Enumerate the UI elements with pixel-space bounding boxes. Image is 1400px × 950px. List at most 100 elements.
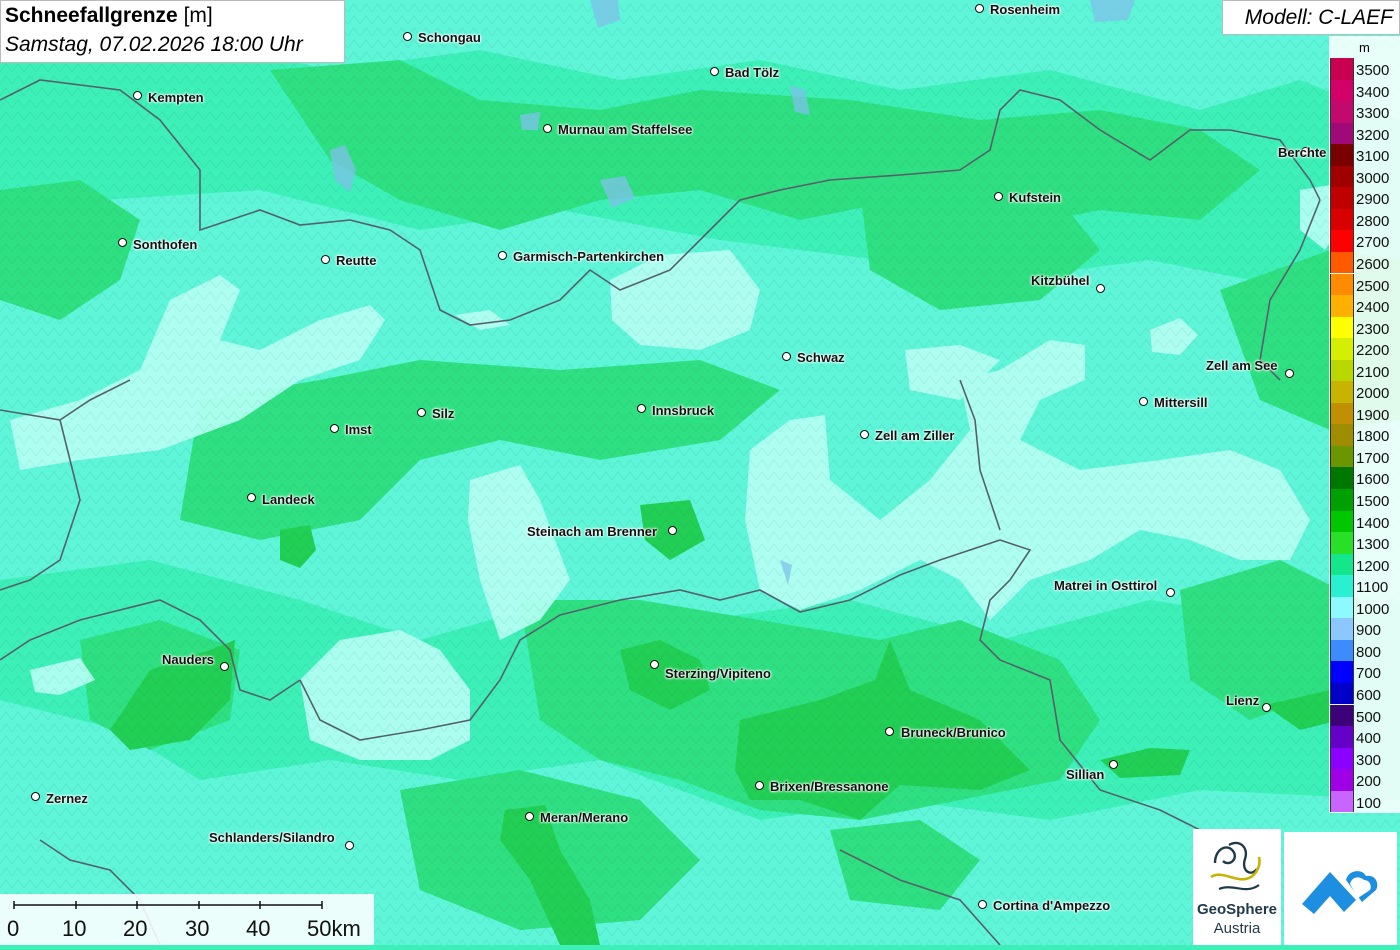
legend-label: 1300 (1356, 536, 1390, 554)
city-marker (498, 251, 507, 260)
legend-swatch (1330, 575, 1354, 597)
legend-entry: 2300 (1330, 316, 1400, 339)
snowfall-limit-map[interactable] (0, 0, 1400, 945)
legend-swatch (1330, 596, 1354, 619)
legend-entry: 300 (1330, 747, 1400, 770)
legend-entry: 2500 (1330, 273, 1400, 295)
city-marker (403, 32, 412, 41)
city-marker (978, 900, 987, 909)
legend-entry: 700 (1330, 661, 1400, 683)
city-marker (1285, 369, 1294, 378)
city-marker (1166, 588, 1175, 597)
city-marker (118, 238, 127, 247)
legend-entry: 2600 (1330, 251, 1400, 274)
legend-swatch (1330, 208, 1354, 231)
city-label: Silz (432, 406, 455, 421)
city-marker (330, 424, 339, 433)
legend-entry: 2100 (1330, 359, 1400, 382)
legend-swatch (1330, 101, 1354, 123)
city-label: Innsbruck (652, 403, 715, 418)
city-label: Lienz (1226, 693, 1260, 708)
legend-label: 800 (1356, 643, 1382, 661)
model-label: Modell: C-LAEF (1244, 6, 1393, 29)
legend-label: 1200 (1356, 557, 1390, 575)
scale-tick-30: 30 (185, 916, 210, 941)
legend-label: 2900 (1356, 191, 1390, 209)
legend-swatch (1330, 58, 1354, 80)
legend-entry: 1100 (1330, 575, 1400, 597)
legend-entry: 1200 (1330, 553, 1400, 576)
city-marker (668, 526, 677, 535)
legend-entry: 200 (1330, 769, 1400, 791)
city-marker (31, 792, 40, 801)
legend-entry: 800 (1330, 639, 1400, 662)
mountain-cloud-icon (1302, 871, 1378, 914)
city-label: Sterzing/Vipiteno (665, 666, 771, 681)
legend-label: 300 (1356, 751, 1382, 769)
legend-swatch (1330, 704, 1354, 726)
legend-swatch (1330, 790, 1354, 813)
legend-swatch (1330, 273, 1354, 295)
legend-entry: 500 (1330, 704, 1400, 726)
city-label: Schlanders/Silandro (209, 830, 335, 845)
legend-entry: 3400 (1330, 79, 1400, 102)
legend-swatch (1330, 359, 1354, 382)
city-label: Sillian (1066, 767, 1105, 782)
legend-label: 1600 (1356, 471, 1390, 489)
legend-entry: 2200 (1330, 338, 1400, 360)
legend-swatch (1330, 144, 1354, 166)
legend-label: 1700 (1356, 449, 1390, 467)
legend-swatch (1330, 122, 1354, 145)
city-label: Reutte (336, 253, 377, 268)
city-label: Imst (345, 422, 372, 437)
city-marker (994, 192, 1003, 201)
weather-app-logo[interactable] (1284, 832, 1397, 945)
city-marker (1262, 703, 1271, 712)
legend-swatch (1330, 747, 1354, 770)
title-box: Schneefallgrenze [m] Samstag, 07.02.2026… (0, 0, 345, 63)
legend-entry: 3500 (1330, 58, 1400, 80)
city-label: Sonthofen (133, 237, 198, 252)
legend-swatch (1330, 726, 1354, 748)
legend-label: 2600 (1356, 255, 1390, 273)
city-marker (1096, 284, 1105, 293)
legend-entry: 1800 (1330, 424, 1400, 446)
legend-label: 2100 (1356, 363, 1390, 381)
legend-label: 600 (1356, 686, 1382, 704)
title-unit: [m] (183, 4, 213, 27)
legend-swatch (1330, 639, 1354, 662)
legend-label: 700 (1356, 665, 1382, 683)
city-label: Schongau (418, 30, 481, 45)
legend-swatch (1330, 381, 1354, 403)
city-marker (525, 812, 534, 821)
city-marker (755, 781, 764, 790)
legend-label: 3400 (1356, 83, 1390, 101)
legend-entry: 1000 (1330, 596, 1400, 619)
legend-label: 900 (1356, 622, 1382, 640)
city-marker (885, 727, 894, 736)
color-legend: m 3500 3400 3300 3200 3100 3000 2900 2800 2700 26… (1329, 36, 1400, 813)
geosphere-logo[interactable]: GeoSphere Austria (1193, 829, 1281, 945)
legend-entry: 3300 (1330, 101, 1400, 123)
city-label: Rosenheim (990, 2, 1061, 17)
legend-entry: 3000 (1330, 165, 1400, 188)
geosphere-emblem-icon (1210, 841, 1261, 891)
legend-swatch (1330, 187, 1354, 209)
city-label: Kitzbühel (1031, 273, 1090, 288)
city-marker (650, 660, 659, 669)
legend-entry: 3200 (1330, 122, 1400, 145)
legend-swatch (1330, 295, 1354, 317)
city-marker (1109, 760, 1118, 769)
legend-label: 3300 (1356, 105, 1390, 123)
city-marker (220, 662, 229, 671)
city-label: Zell am Ziller (875, 428, 955, 443)
legend-swatch (1330, 532, 1354, 554)
city-label: Schwaz (797, 350, 845, 365)
legend-label: 2200 (1356, 342, 1390, 360)
legend-swatch (1330, 251, 1354, 274)
legend-swatch (1330, 769, 1354, 791)
city-marker (133, 91, 142, 100)
city-label: Matrei in Osttirol (1054, 578, 1158, 593)
city-label: Murnau am Staffelsee (558, 122, 693, 137)
legend-entry: 1300 (1330, 532, 1400, 554)
